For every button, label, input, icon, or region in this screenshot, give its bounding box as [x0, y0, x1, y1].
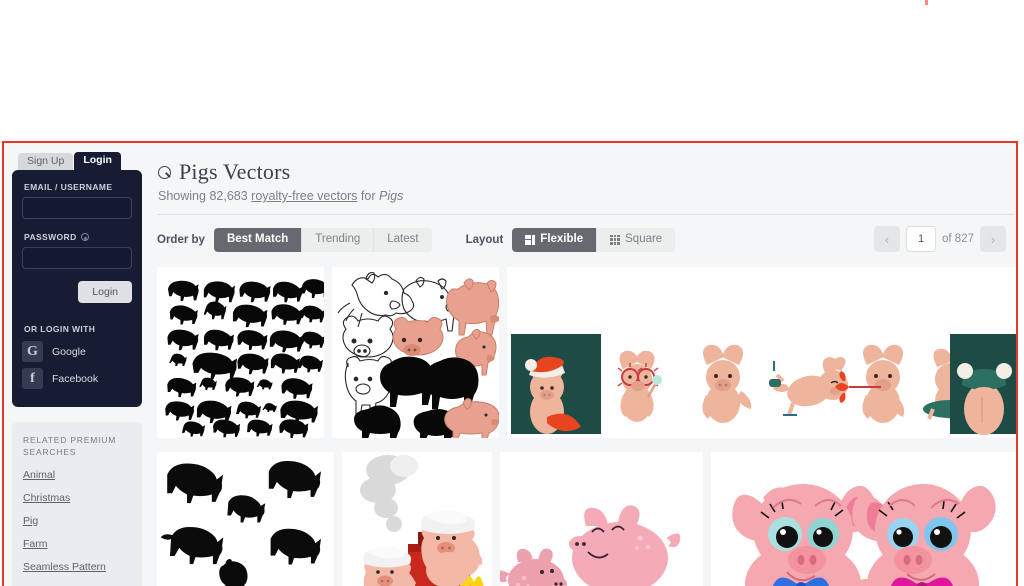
results-row-2: [157, 452, 1016, 586]
bbq-chef-pigs-art: [342, 452, 492, 586]
email-input[interactable]: [22, 197, 132, 219]
tab-login[interactable]: Login: [74, 151, 121, 170]
tab-sign-up[interactable]: Sign Up: [18, 152, 74, 170]
page-title: Pigs Vectors: [157, 159, 1016, 185]
or-login-with-label: OR LOGIN WITH: [24, 324, 96, 334]
facebook-login-label: Facebook: [52, 372, 99, 385]
result-pig-silhouettes-grid[interactable]: [157, 267, 324, 438]
two-pink-pigs-flat-art: [500, 452, 703, 586]
pagination: ‹ of 827 ›: [874, 226, 1006, 252]
page-number-input[interactable]: [906, 226, 937, 252]
order-by-label: Order by: [157, 234, 205, 246]
chevron-right-icon[interactable]: ›: [980, 226, 1006, 252]
cartoon-pig-characters-set-art: [507, 267, 1016, 438]
google-login-label: Google: [52, 345, 86, 358]
login-button-row: Login: [22, 281, 132, 303]
for-word: for: [360, 189, 376, 203]
layout-option-flexible-label: Flexible: [540, 232, 584, 245]
royalty-free-link[interactable]: royalty-free vectors: [251, 189, 357, 203]
related-searches-heading: RELATED PREMIUM SEARCHES: [23, 435, 117, 458]
showing-prefix: Showing: [158, 189, 206, 203]
pig-silhouettes-sparse-art: [157, 452, 334, 586]
layout-segmented-control: Flexible Square: [512, 227, 676, 253]
results-toolbar: Order by Best Match Trending Latest Layo…: [157, 226, 1016, 253]
result-pig-piglet-pair-bows[interactable]: [711, 452, 1016, 586]
screenshot-root: Sign Up Login EMAIL / USERNAME PASSWORD …: [0, 0, 1024, 586]
order-by-segmented-control: Best Match Trending Latest: [213, 227, 432, 253]
password-input[interactable]: [22, 247, 132, 269]
query-term: Pigs: [379, 189, 404, 203]
email-label-text: EMAIL / USERNAME: [24, 182, 113, 192]
result-two-pink-pigs-flat[interactable]: [500, 452, 703, 586]
related-link-christmas[interactable]: Christmas: [23, 492, 131, 504]
layout-option-square[interactable]: Square: [597, 227, 676, 253]
page-title-text: Pigs Vectors: [179, 159, 291, 184]
login-submit-button[interactable]: Login: [78, 281, 132, 303]
layout-option-flexible[interactable]: Flexible: [512, 227, 598, 253]
result-pig-silhouettes-sparse[interactable]: [157, 452, 334, 586]
layout-label: Layout: [465, 234, 504, 246]
result-cartoon-pig-characters-set[interactable]: [507, 267, 1016, 438]
header-divider: [157, 214, 1014, 215]
email-field-label: EMAIL / USERNAME: [24, 182, 132, 192]
top-edge-marker: [925, 0, 928, 5]
flexible-layout-icon: [525, 234, 536, 245]
eye-icon[interactable]: [80, 233, 89, 241]
page-total-label: of 827: [942, 233, 974, 245]
square-layout-icon: [610, 234, 621, 245]
results-row-1: [157, 267, 1016, 438]
related-link-pig[interactable]: Pig: [23, 515, 131, 527]
related-link-seamless-pattern[interactable]: Seamless Pattern: [23, 561, 131, 573]
facebook-icon: f: [22, 368, 43, 389]
facebook-login-row[interactable]: f Facebook: [22, 368, 132, 389]
pig-silhouettes-grid-art: [157, 267, 324, 438]
main-content: Pigs Vectors Showing 82,683 royalty-free…: [156, 151, 1016, 586]
google-icon: G: [22, 341, 43, 362]
related-link-farm[interactable]: Farm: [23, 538, 131, 550]
results-subtitle: Showing 82,683 royalty-free vectors for …: [158, 189, 1016, 203]
order-option-trending[interactable]: Trending: [302, 227, 375, 253]
login-panel: EMAIL / USERNAME PASSWORD Login OR LOGIN…: [12, 170, 142, 407]
password-label-text: PASSWORD: [24, 232, 77, 242]
highlighted-page-region: Sign Up Login EMAIL / USERNAME PASSWORD …: [2, 141, 1018, 586]
pig-piglet-pair-bows-art: [711, 452, 1016, 586]
password-field-label: PASSWORD: [24, 232, 132, 242]
layout-option-square-label: Square: [625, 232, 663, 245]
result-pig-sketch-collection[interactable]: [332, 267, 499, 438]
result-count: 82,683: [209, 189, 248, 203]
pig-sketch-collection-art: [332, 267, 499, 438]
related-link-animal[interactable]: Animal: [23, 469, 131, 481]
order-option-latest[interactable]: Latest: [374, 227, 432, 253]
result-bbq-chef-pigs[interactable]: [342, 452, 492, 586]
chevron-left-icon[interactable]: ‹: [874, 226, 901, 252]
order-option-best-match[interactable]: Best Match: [213, 227, 303, 253]
magnifier-icon: [157, 164, 171, 181]
google-login-row[interactable]: G Google: [22, 341, 132, 362]
left-sidebar: Sign Up Login EMAIL / USERNAME PASSWORD …: [12, 151, 142, 586]
related-premium-searches-card: RELATED PREMIUM SEARCHES Animal Christma…: [12, 422, 142, 586]
auth-tab-bar: Sign Up Login: [12, 151, 142, 170]
